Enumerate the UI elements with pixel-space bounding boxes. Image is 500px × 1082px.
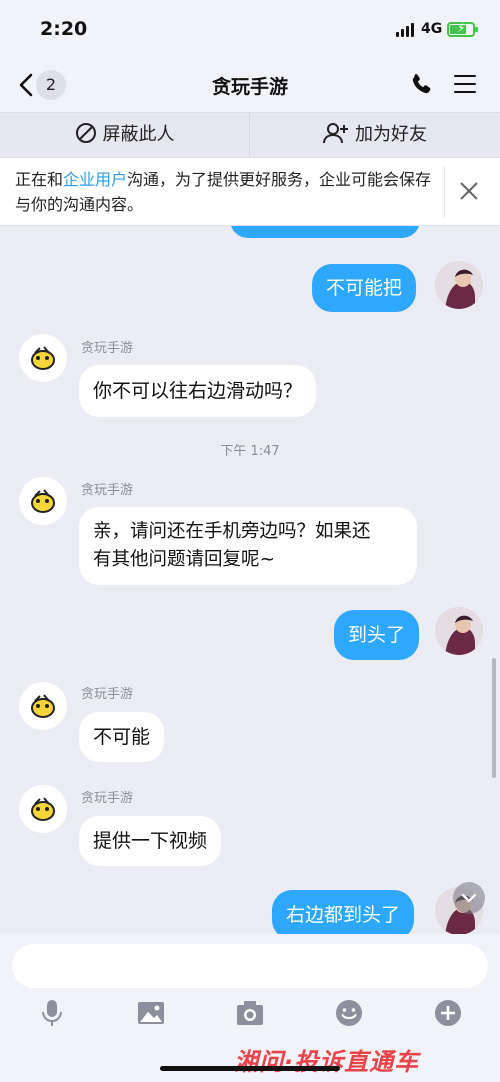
add-friend-button[interactable]: 加为好友 xyxy=(250,113,500,157)
bot-avatar[interactable] xyxy=(19,785,67,833)
message-bubble-outgoing[interactable]: 到头了 xyxy=(334,610,420,660)
close-icon[interactable] xyxy=(458,180,480,202)
bot-avatar[interactable] xyxy=(19,334,67,382)
add-friend-icon xyxy=(323,123,348,144)
user-avatar[interactable] xyxy=(435,607,483,655)
network-type: 4G xyxy=(421,21,443,37)
action-bar: 屏蔽此人 加为好友 xyxy=(0,112,500,158)
plus-icon[interactable] xyxy=(433,998,463,1028)
time-divider: 下午 1:47 xyxy=(220,444,280,459)
scroll-to-bottom-button[interactable] xyxy=(453,882,485,914)
notice-divider xyxy=(444,166,445,218)
message-bubble-partial xyxy=(230,226,420,238)
message-bubble-outgoing[interactable]: 右边都到头了 xyxy=(272,890,415,934)
signal-icon xyxy=(396,23,414,37)
message-bubble-incoming[interactable]: 不可能 xyxy=(79,712,165,762)
home-indicator[interactable] xyxy=(160,1066,340,1071)
message-bubble-incoming[interactable]: 你不可以往右边滑动吗？ xyxy=(79,365,317,417)
camera-icon[interactable] xyxy=(235,998,265,1028)
user-avatar-icon xyxy=(435,607,483,655)
message-bubble-outgoing[interactable]: 不可能把 xyxy=(312,264,417,312)
message-input[interactable] xyxy=(12,944,488,988)
add-friend-label: 加为好友 xyxy=(355,124,427,145)
bot-avatar[interactable] xyxy=(19,477,67,525)
emoji-icon[interactable] xyxy=(334,998,364,1028)
smiley-logo-icon xyxy=(31,797,55,821)
block-user-button[interactable]: 屏蔽此人 xyxy=(0,113,250,157)
smiley-logo-icon xyxy=(31,489,55,513)
status-bar: 2:20 4G ⚡ xyxy=(0,0,500,58)
status-time: 2:20 xyxy=(40,18,88,40)
scrollbar[interactable] xyxy=(492,658,496,778)
sender-name: 贪玩手游 xyxy=(81,791,134,806)
notice-text: 正在和企业用户沟通，为了提供更好服务，企业可能会保存与你的沟通内容。 xyxy=(15,170,432,214)
user-avatar-icon xyxy=(435,261,483,309)
phone-call-icon[interactable] xyxy=(410,72,434,96)
sender-name: 贪玩手游 xyxy=(81,687,134,702)
chevron-down-icon xyxy=(461,893,477,903)
sender-name: 贪玩手游 xyxy=(81,341,134,356)
chat-history[interactable]: 不可能把 贪玩手游 你不可以往右边滑动吗？ 下午 1:47 贪玩手游 亲，请问还… xyxy=(0,226,500,934)
smiley-logo-icon xyxy=(31,694,55,718)
image-icon[interactable] xyxy=(136,998,166,1028)
message-bubble-incoming[interactable]: 提供一下视频 xyxy=(79,816,222,866)
sender-name: 贪玩手游 xyxy=(81,483,134,498)
user-avatar[interactable] xyxy=(435,261,483,309)
battery-charging-icon: ⚡ xyxy=(447,21,478,37)
smiley-logo-icon xyxy=(31,346,55,370)
block-label: 屏蔽此人 xyxy=(102,124,175,145)
bot-avatar[interactable] xyxy=(19,682,67,730)
enterprise-user-link[interactable]: 企业用户 xyxy=(63,170,127,189)
message-bubble-incoming[interactable]: 亲，请问还在手机旁边吗？如果还 有其他问题请回复呢~ xyxy=(79,507,417,585)
nav-bar: 2 贪玩手游 xyxy=(0,58,500,112)
microphone-icon[interactable] xyxy=(37,998,67,1028)
block-icon xyxy=(75,123,96,143)
enterprise-notice: 正在和企业用户沟通，为了提供更好服务，企业可能会保存与你的沟通内容。 xyxy=(0,158,500,226)
menu-icon[interactable] xyxy=(454,74,476,94)
watermark-logo: 湘问·投诉直通车 xyxy=(234,1048,420,1076)
